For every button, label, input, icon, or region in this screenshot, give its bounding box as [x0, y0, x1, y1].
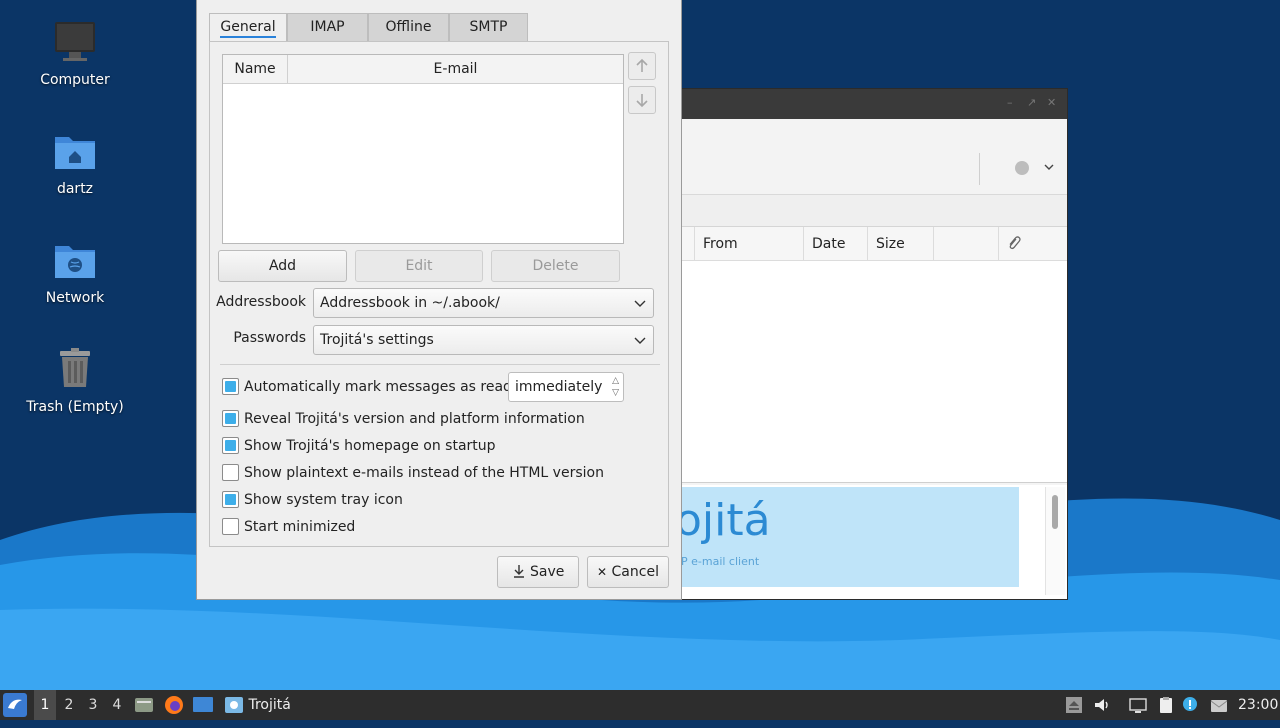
edit-identity-button[interactable]: Edit	[355, 250, 483, 282]
workspace-3[interactable]: 3	[82, 690, 104, 720]
trojita-main-window[interactable]: – ↗ ✕ From Date Size ojitá P e-mail clie…	[680, 88, 1068, 600]
column-email[interactable]: E-mail	[288, 55, 623, 84]
plaintext-checkbox[interactable]	[222, 464, 239, 481]
message-preview: ojitá P e-mail client	[681, 485, 1067, 599]
move-down-button[interactable]	[628, 86, 656, 114]
spin-down-icon[interactable]: ▽	[612, 388, 619, 398]
cancel-button[interactable]: ✕ Cancel	[587, 556, 669, 588]
mark-read-delay-spinbox[interactable]: immediately △ ▽	[508, 372, 624, 402]
tab-general[interactable]: General	[209, 13, 287, 42]
toolbar-separator	[979, 153, 980, 185]
desktop-icon	[193, 697, 213, 712]
notification-icon[interactable]	[1181, 696, 1199, 714]
mail-tray-icon[interactable]	[1210, 696, 1228, 714]
column-size[interactable]: Size	[868, 227, 934, 261]
arrow-up-icon	[636, 58, 648, 72]
spin-up-icon[interactable]: △	[612, 376, 619, 386]
desktop-icon-computer[interactable]: Computer	[10, 18, 140, 88]
volume-icon[interactable]	[1093, 696, 1111, 714]
tab-imap[interactable]: IMAP	[287, 13, 368, 41]
identities-table[interactable]: Name E-mail	[222, 54, 624, 244]
network-folder-icon	[51, 236, 99, 284]
preview-scrollbar[interactable]	[1045, 487, 1065, 595]
desktop-icon-home[interactable]: dartz	[10, 127, 140, 197]
maximize-icon[interactable]: ↗	[1027, 96, 1036, 109]
arrow-down-icon	[636, 94, 648, 108]
workspace-2[interactable]: 2	[58, 690, 80, 720]
passwords-select[interactable]: Trojitá's settings	[313, 325, 654, 355]
taskbar-window-trojita[interactable]: Trojitá	[224, 690, 304, 720]
desktop-icon-network[interactable]: Network	[10, 236, 140, 306]
tab-offline[interactable]: Offline	[368, 13, 449, 41]
identities-table-header: Name E-mail	[223, 55, 623, 84]
file-manager-launcher[interactable]	[134, 690, 156, 720]
close-icon[interactable]: ✕	[1047, 96, 1056, 109]
paperclip-icon	[1009, 236, 1021, 250]
column-subject-edge[interactable]	[681, 227, 695, 261]
lxqt-logo-icon	[3, 693, 27, 717]
screen-icon[interactable]	[1129, 696, 1147, 714]
start-menu-button[interactable]	[3, 690, 29, 720]
file-manager-icon	[135, 698, 153, 712]
reveal-version-checkbox[interactable]	[222, 410, 239, 427]
tray-icon-checkbox[interactable]	[222, 491, 239, 508]
search-filter-bar[interactable]	[681, 195, 1067, 227]
trash-icon	[51, 345, 99, 393]
chevron-down-icon	[633, 326, 647, 354]
column-flags[interactable]	[934, 227, 999, 261]
desktop-icon-trash[interactable]: Trash (Empty)	[10, 345, 140, 415]
computer-icon	[51, 18, 99, 66]
show-homepage-checkbox[interactable]	[222, 437, 239, 454]
message-list-header: From Date Size	[681, 227, 1067, 261]
column-from[interactable]: From	[695, 227, 804, 261]
chevron-down-icon[interactable]	[1043, 161, 1055, 177]
main-window-titlebar[interactable]: – ↗ ✕	[681, 89, 1067, 119]
minimize-icon[interactable]: –	[1007, 96, 1013, 109]
workspace-1[interactable]: 1	[34, 690, 56, 720]
clipboard-icon[interactable]	[1157, 696, 1175, 714]
message-list[interactable]: From Date Size	[681, 227, 1067, 483]
scrollbar-thumb[interactable]	[1052, 495, 1058, 529]
tab-smtp[interactable]: SMTP	[449, 13, 528, 41]
start-minimized-checkbox[interactable]	[222, 518, 239, 535]
download-icon	[513, 565, 524, 578]
addressbook-label: Addressbook	[216, 294, 306, 310]
column-name[interactable]: Name	[223, 55, 288, 84]
clock[interactable]: 23:00	[1238, 690, 1278, 720]
main-toolbar	[681, 119, 1067, 195]
home-folder-icon	[51, 127, 99, 175]
network-status-icon[interactable]	[1015, 161, 1029, 175]
taskbar: 1 2 3 4 Trojitá 23:00	[0, 690, 1280, 720]
trojita-welcome-banner: ojitá P e-mail client	[681, 487, 1019, 587]
addressbook-select[interactable]: Addressbook in ~/.abook/	[313, 288, 654, 318]
close-icon: ✕	[597, 565, 608, 579]
workspace-4[interactable]: 4	[106, 690, 128, 720]
save-button[interactable]: Save	[497, 556, 579, 588]
delete-identity-button[interactable]: Delete	[491, 250, 620, 282]
passwords-label: Passwords	[233, 330, 306, 346]
move-up-button[interactable]	[628, 52, 656, 80]
eject-icon[interactable]	[1065, 696, 1083, 714]
chevron-down-icon	[633, 289, 647, 317]
firefox-icon	[165, 696, 183, 714]
add-identity-button[interactable]: Add	[218, 250, 347, 282]
general-settings-panel: Name E-mail Add Edit Delete Addressbook …	[209, 41, 669, 547]
show-desktop-button[interactable]	[192, 690, 216, 720]
mark-read-checkbox[interactable]	[222, 378, 239, 395]
column-date[interactable]: Date	[804, 227, 868, 261]
settings-dialog: General IMAP Offline SMTP Name E-mail Ad…	[196, 0, 682, 600]
firefox-launcher[interactable]	[164, 690, 186, 720]
trojita-icon	[225, 697, 243, 713]
column-attachment[interactable]	[999, 227, 1067, 261]
separator	[220, 364, 660, 365]
